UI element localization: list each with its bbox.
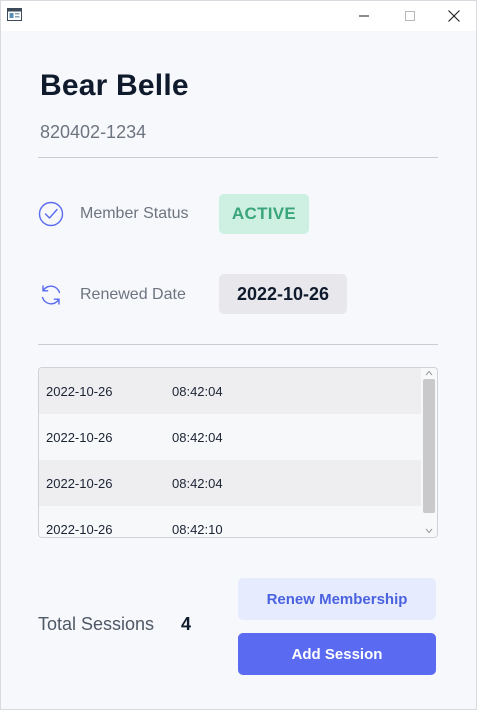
- minimize-icon: [359, 15, 369, 17]
- title-bar: [1, 1, 476, 31]
- check-circle-icon: [38, 201, 64, 227]
- session-time: 08:42:04: [172, 430, 223, 445]
- session-date: 2022-10-26: [46, 384, 113, 399]
- list-item[interactable]: 2022-10-26 08:42:10: [39, 506, 423, 537]
- session-date: 2022-10-26: [46, 430, 113, 445]
- session-time: 08:42:10: [172, 522, 223, 537]
- session-date: 2022-10-26: [46, 476, 113, 491]
- close-button[interactable]: [431, 1, 477, 31]
- maximize-icon: [405, 11, 415, 21]
- status-badge: ACTIVE: [219, 194, 309, 234]
- session-time: 08:42:04: [172, 384, 223, 399]
- member-id: 820402-1234: [40, 122, 147, 142]
- close-icon: [448, 10, 460, 22]
- scrollbar[interactable]: [421, 368, 437, 537]
- scroll-thumb[interactable]: [423, 379, 435, 513]
- maximize-button[interactable]: [387, 1, 433, 31]
- session-time: 08:42:04: [172, 476, 223, 491]
- list-item[interactable]: 2022-10-26 08:42:04: [39, 414, 423, 460]
- session-date: 2022-10-26: [46, 522, 113, 537]
- session-list[interactable]: 2022-10-26 08:42:04 2022-10-26 08:42:04 …: [38, 367, 438, 538]
- refresh-icon: [38, 282, 64, 308]
- list-item[interactable]: 2022-10-26 08:42:04: [39, 368, 423, 414]
- app-window: Bear Belle 820402-1234 Member Status ACT…: [0, 0, 477, 710]
- add-session-button[interactable]: Add Session: [238, 633, 436, 675]
- minimize-button[interactable]: [341, 1, 387, 31]
- member-name: Bear Belle: [40, 69, 189, 102]
- total-sessions-label: Total Sessions: [38, 614, 155, 634]
- member-status-label: Member Status: [80, 205, 189, 222]
- list-item[interactable]: 2022-10-26 08:42:04: [39, 460, 423, 506]
- chevron-up-icon[interactable]: [425, 370, 433, 376]
- divider: [38, 344, 438, 345]
- renew-membership-button[interactable]: Renew Membership: [238, 578, 436, 620]
- renewed-date-label: Renewed Date: [80, 286, 186, 303]
- renewed-date-value: 2022-10-26: [219, 274, 347, 314]
- chevron-down-icon[interactable]: [425, 528, 433, 534]
- app-icon: [7, 8, 22, 21]
- total-sessions-value: 4: [181, 614, 192, 634]
- divider: [38, 157, 438, 158]
